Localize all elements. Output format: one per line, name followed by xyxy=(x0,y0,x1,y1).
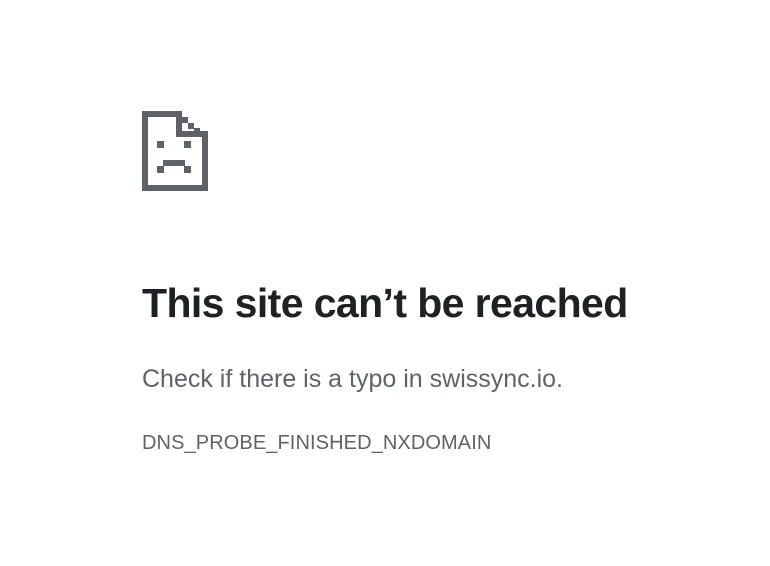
sad-page-icon xyxy=(142,111,208,191)
error-title: This site can’t be reached xyxy=(142,280,628,326)
error-code: DNS_PROBE_FINISHED_NXDOMAIN xyxy=(142,432,492,454)
error-message: Check if there is a typo in swissync.io. xyxy=(142,365,563,393)
error-page: This site can’t be reached Check if ther… xyxy=(142,111,742,454)
